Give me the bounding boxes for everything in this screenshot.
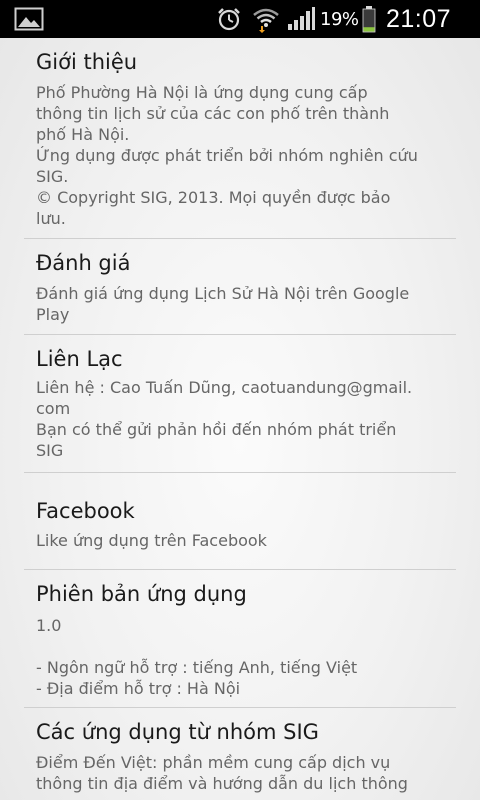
setting-phien-ban[interactable]: Phiên bản ứng dụng 1.0 - Ngôn ngữ hỗ trợ… — [24, 570, 456, 707]
battery-icon — [362, 0, 378, 38]
setting-summary: Đánh giá ứng dụng Lịch Sử Hà Nội trên Go… — [36, 284, 410, 324]
setting-summary: Phố Phường Hà Nội là ứng dụng cung cấp t… — [36, 83, 418, 228]
setting-title: Phiên bản ứng dụng — [36, 582, 247, 606]
setting-title: Giới thiệu — [36, 50, 138, 74]
setting-lien-lac[interactable]: Liên Lạc Liên hệ : Cao Tuấn Dũng, caotua… — [24, 335, 456, 472]
setting-title: Đánh giá — [36, 251, 131, 275]
battery-percent: 19% — [320, 8, 359, 30]
setting-title: Facebook — [36, 499, 135, 523]
setting-danh-gia[interactable]: Đánh giá Đánh giá ứng dụng Lịch Sử Hà Nộ… — [24, 239, 456, 334]
setting-summary: Điểm Đến Việt: phần mềm cung cấp dịch vụ… — [36, 753, 408, 793]
alarm-icon — [216, 0, 244, 38]
clock: 21:07 — [386, 4, 452, 33]
setting-title: Liên Lạc — [36, 347, 123, 371]
status-bar: 19% 21:07 — [0, 0, 480, 38]
setting-facebook[interactable]: Facebook Like ứng dụng trên Facebook — [24, 473, 456, 569]
signal-icon — [286, 0, 318, 38]
setting-summary: 1.0 - Ngôn ngữ hỗ trợ : tiếng Anh, tiếng… — [36, 616, 358, 698]
setting-summary: Liên hệ : Cao Tuấn Dũng, caotuandung@gma… — [36, 378, 413, 460]
wifi-icon — [251, 0, 281, 38]
setting-gioi-thieu[interactable]: Giới thiệu Phố Phường Hà Nội là ứng dụng… — [24, 38, 456, 238]
gallery-icon — [14, 0, 48, 38]
setting-ung-dung-sig[interactable]: Các ứng dụng từ nhóm SIG Điểm Đến Việt: … — [24, 708, 456, 800]
setting-summary: Like ứng dụng trên Facebook — [36, 531, 267, 550]
setting-title: Các ứng dụng từ nhóm SIG — [36, 720, 319, 744]
